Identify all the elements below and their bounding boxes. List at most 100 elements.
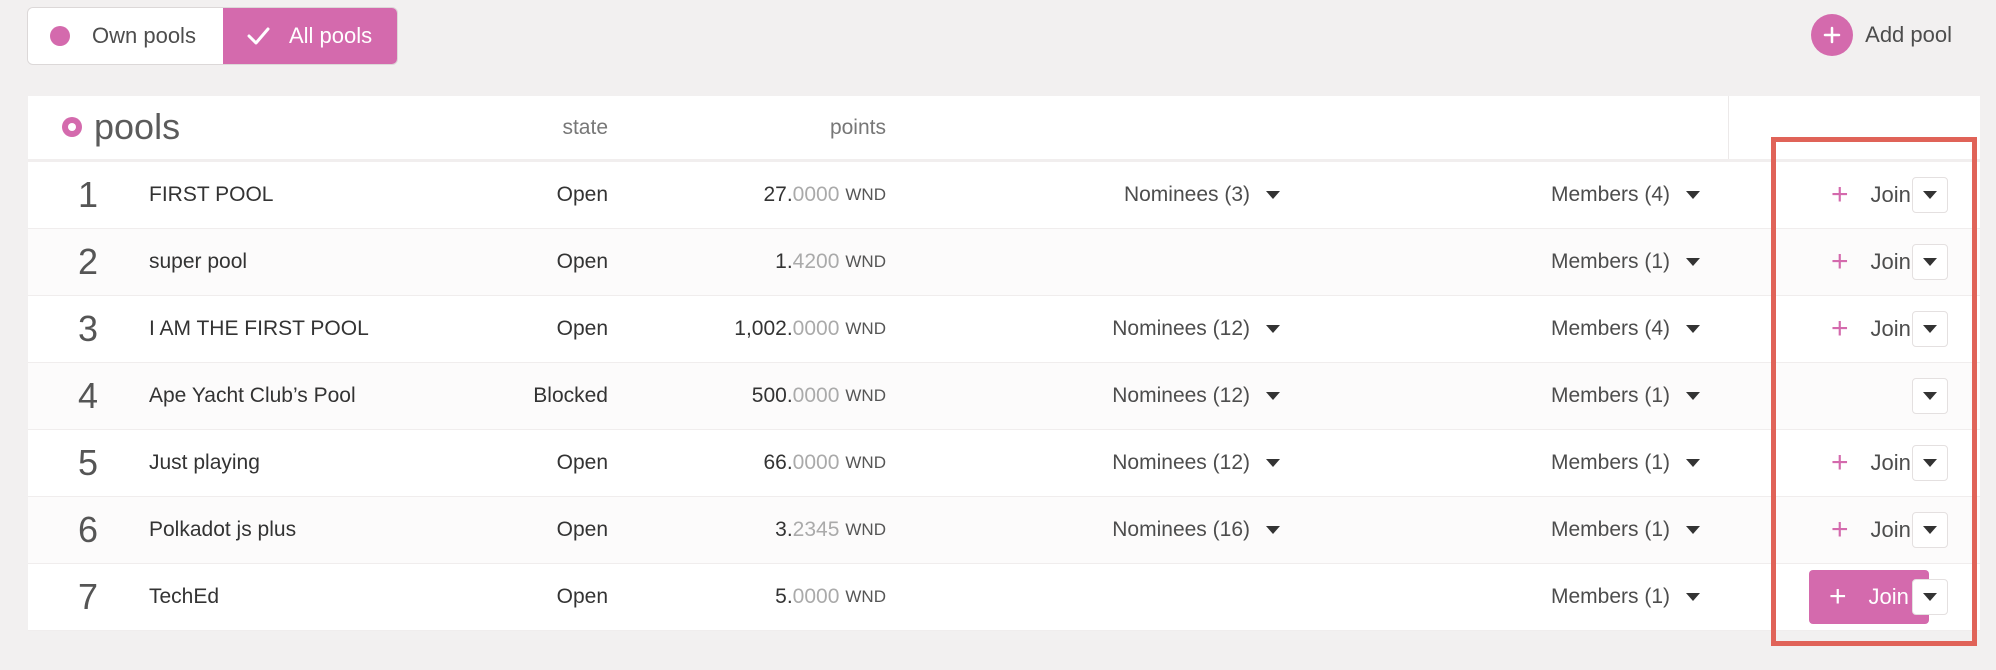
pool-rank: 2 — [77, 241, 99, 282]
points-unit: WND — [845, 520, 886, 539]
table-row: 2 super pool Open 1. 4200 WND Members (1) + Join — [28, 229, 1980, 296]
row-menu-button[interactable] — [1912, 378, 1948, 414]
pool-points: 1. 4200 WND — [775, 229, 886, 295]
row-menu-button[interactable] — [1912, 579, 1948, 615]
row-menu-cell — [1912, 296, 1948, 362]
members-label: Members (1) — [1550, 451, 1670, 474]
row-menu-button[interactable] — [1912, 177, 1948, 213]
nominees-label: Nominees (3) — [1123, 183, 1250, 206]
members-dropdown[interactable]: Members (1) — [1551, 363, 1700, 429]
caret-down-icon — [1686, 325, 1700, 333]
pool-rank: 5 — [77, 442, 99, 483]
members-label: Members (1) — [1550, 585, 1670, 608]
nominees-dropdown[interactable]: Nominees (12) — [1112, 363, 1280, 429]
join-cell: + Join — [1809, 564, 1929, 630]
points-unit: WND — [845, 252, 886, 271]
nominees-dropdown[interactable]: Nominees (12) — [1112, 430, 1280, 496]
table-header: pools state points — [28, 96, 1980, 162]
members-label: Members (4) — [1550, 317, 1670, 340]
table-row: 5 Just playing Open 66. 0000 WND Nominees (12)… — [28, 430, 1980, 497]
own-pools-toggle[interactable]: Own pools — [28, 8, 223, 64]
nominees-label: Nominees (12) — [1112, 384, 1250, 407]
members-label: Members (1) — [1550, 518, 1670, 541]
caret-down-icon — [1266, 392, 1280, 400]
pools-table: pools state points 1 FIRST POOL Open 27. 000… — [28, 96, 1980, 631]
row-menu-cell — [1912, 229, 1948, 295]
points-unit: WND — [845, 319, 886, 338]
join-label: Join — [1870, 517, 1911, 542]
caret-down-icon — [1923, 526, 1937, 534]
join-button[interactable]: + Join — [1809, 570, 1929, 624]
pool-state: Open — [556, 585, 608, 608]
plus-icon: + — [1831, 245, 1849, 278]
members-dropdown[interactable]: Members (1) — [1551, 564, 1700, 630]
pool-points: 500. 0000 WND — [752, 363, 886, 429]
nominees-label: Nominees (12) — [1112, 317, 1250, 340]
points-integer: 27. — [763, 183, 793, 206]
members-label: Members (1) — [1550, 384, 1670, 407]
row-menu-cell — [1912, 497, 1948, 563]
plus-icon: + — [1829, 580, 1847, 613]
pool-rank: 1 — [77, 174, 99, 215]
plus-icon — [1811, 14, 1854, 56]
points-decimal: 0000 — [792, 384, 840, 407]
caret-down-icon — [1923, 258, 1937, 266]
members-dropdown[interactable]: Members (4) — [1551, 296, 1700, 362]
caret-down-icon — [1923, 191, 1937, 199]
caret-down-icon — [1266, 459, 1280, 467]
all-pools-toggle[interactable]: All pools — [223, 8, 397, 64]
plus-icon: + — [1831, 178, 1849, 211]
points-decimal: 2345 — [792, 518, 840, 541]
pool-points: 3. 2345 WND — [775, 497, 886, 563]
row-menu-button[interactable] — [1912, 512, 1948, 548]
pool-filter-toggle: Own pools All pools — [28, 8, 397, 64]
add-pool-label: Add pool — [1865, 22, 1952, 47]
members-dropdown[interactable]: Members (1) — [1551, 497, 1700, 563]
points-integer: 1. — [775, 250, 793, 273]
caret-down-icon — [1686, 593, 1700, 601]
row-menu-button[interactable] — [1912, 311, 1948, 347]
pool-name: Polkadot js plus — [149, 518, 297, 541]
check-icon — [245, 21, 275, 51]
pool-points: 5. 0000 WND — [775, 564, 886, 630]
row-menu-button[interactable] — [1912, 445, 1948, 481]
add-pool-button[interactable]: Add pool — [1811, 14, 1952, 56]
column-header-state: state — [562, 116, 608, 139]
pool-state: Open — [556, 183, 608, 206]
points-integer: 500. — [751, 384, 793, 407]
row-menu-button[interactable] — [1912, 244, 1948, 280]
table-title: pools — [62, 106, 180, 148]
points-decimal: 0000 — [792, 317, 840, 340]
points-integer: 1,002. — [734, 317, 793, 340]
caret-down-icon — [1686, 191, 1700, 199]
members-label: Members (1) — [1550, 250, 1670, 273]
caret-down-icon — [1923, 593, 1937, 601]
caret-down-icon — [1266, 191, 1280, 199]
points-integer: 3. — [775, 518, 793, 541]
points-unit: WND — [845, 453, 886, 472]
nominees-dropdown[interactable]: Nominees (3) — [1124, 162, 1280, 228]
header-divider — [1728, 96, 1729, 159]
pool-state: Open — [556, 451, 608, 474]
points-decimal: 0000 — [792, 451, 840, 474]
nominees-dropdown[interactable]: Nominees (12) — [1112, 296, 1280, 362]
nominees-dropdown[interactable]: Nominees (16) — [1112, 497, 1280, 563]
members-dropdown[interactable]: Members (1) — [1551, 229, 1700, 295]
pool-name: Just playing — [149, 451, 260, 474]
join-label: Join — [1870, 182, 1911, 207]
members-dropdown[interactable]: Members (1) — [1551, 430, 1700, 496]
nominees-label: Nominees (12) — [1112, 451, 1250, 474]
pool-rank: 7 — [77, 576, 99, 617]
points-decimal: 0000 — [792, 585, 840, 608]
pool-ring-icon — [62, 117, 82, 137]
members-dropdown[interactable]: Members (4) — [1551, 162, 1700, 228]
row-menu-cell — [1912, 363, 1948, 429]
caret-down-icon — [1923, 392, 1937, 400]
plus-icon: + — [1831, 446, 1849, 479]
column-header-points: points — [829, 116, 886, 139]
points-unit: WND — [845, 386, 886, 405]
pool-state: Blocked — [533, 384, 608, 407]
points-unit: WND — [845, 185, 886, 204]
points-integer: 5. — [775, 585, 793, 608]
pool-state: Open — [556, 317, 608, 340]
